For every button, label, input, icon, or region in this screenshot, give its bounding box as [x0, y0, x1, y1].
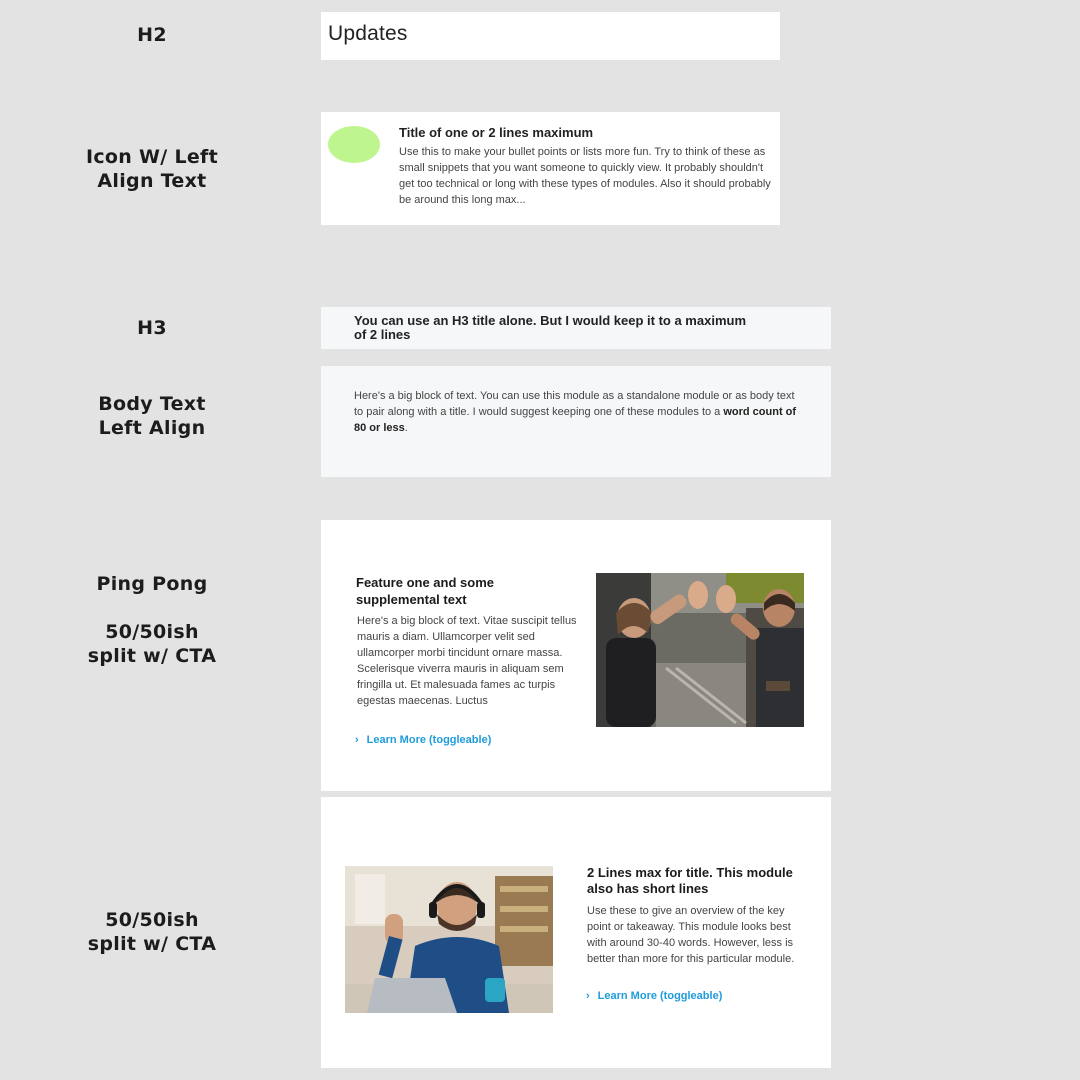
label-text: H3 [137, 317, 167, 339]
label-body-text: Body Text Left Align [42, 392, 262, 440]
label-ping-pong: Ping Pong 50/50ish split w/ CTA [42, 572, 262, 668]
label-spacer [42, 596, 262, 620]
label-text: Ping Pong [96, 573, 208, 595]
label-text: Align Text [97, 170, 207, 192]
body-text-module: Here's a big block of text. You can use … [321, 366, 831, 477]
split-title: 2 Lines max for title. This module also … [587, 865, 793, 896]
label-text: Body Text [98, 393, 206, 415]
label-text: 50/50ish [105, 909, 199, 931]
body-text-end: . [404, 422, 408, 434]
video-call-photo [345, 866, 553, 1013]
ping-pong-body: Here's a big block of text. Vitae suscip… [357, 615, 577, 707]
split-body: Use these to give an overview of the key… [587, 905, 795, 965]
high-five-photo [596, 573, 804, 727]
label-text: Left Align [98, 417, 206, 439]
photo-illustration [596, 573, 804, 727]
learn-more-link[interactable]: › Learn More (toggleable) [586, 990, 722, 1002]
label-h2: H2 [42, 23, 262, 47]
icon-module-body: Use this to make your bullet points or l… [399, 146, 771, 206]
icon-text-module: Title of one or 2 lines maximum Use this… [321, 112, 780, 225]
label-text: H2 [137, 24, 167, 46]
h2-heading: Updates [328, 22, 408, 45]
photo-illustration [345, 866, 553, 1013]
ping-pong-module: Feature one and some supplemental text H… [321, 520, 831, 791]
split-module: 2 Lines max for title. This module also … [321, 797, 831, 1068]
learn-more-label: Learn More (toggleable) [597, 990, 723, 1002]
chevron-right-icon: › [355, 734, 359, 746]
label-icon-left-align: Icon W/ Left Align Text [42, 145, 262, 193]
green-blob-icon [328, 126, 380, 163]
label-h3: H3 [42, 316, 262, 340]
body-text: Here's a big block of text. You can use … [354, 388, 804, 436]
label-text: split w/ CTA [87, 645, 217, 667]
h3-module: You can use an H3 title alone. But I wou… [321, 307, 831, 349]
ping-pong-title: Feature one and some supplemental text [356, 575, 494, 607]
h3-heading: You can use an H3 title alone. But I wou… [354, 313, 746, 342]
h2-module: Updates [321, 12, 780, 60]
label-text: 50/50ish [105, 621, 199, 643]
label-text: split w/ CTA [87, 933, 217, 955]
icon-module-title: Title of one or 2 lines maximum [399, 125, 594, 140]
learn-more-label: Learn More (toggleable) [366, 734, 492, 746]
chevron-right-icon: › [586, 990, 590, 1002]
learn-more-link[interactable]: › Learn More (toggleable) [355, 734, 491, 746]
label-split: 50/50ish split w/ CTA [42, 908, 262, 956]
label-text: Icon W/ Left [86, 146, 218, 168]
